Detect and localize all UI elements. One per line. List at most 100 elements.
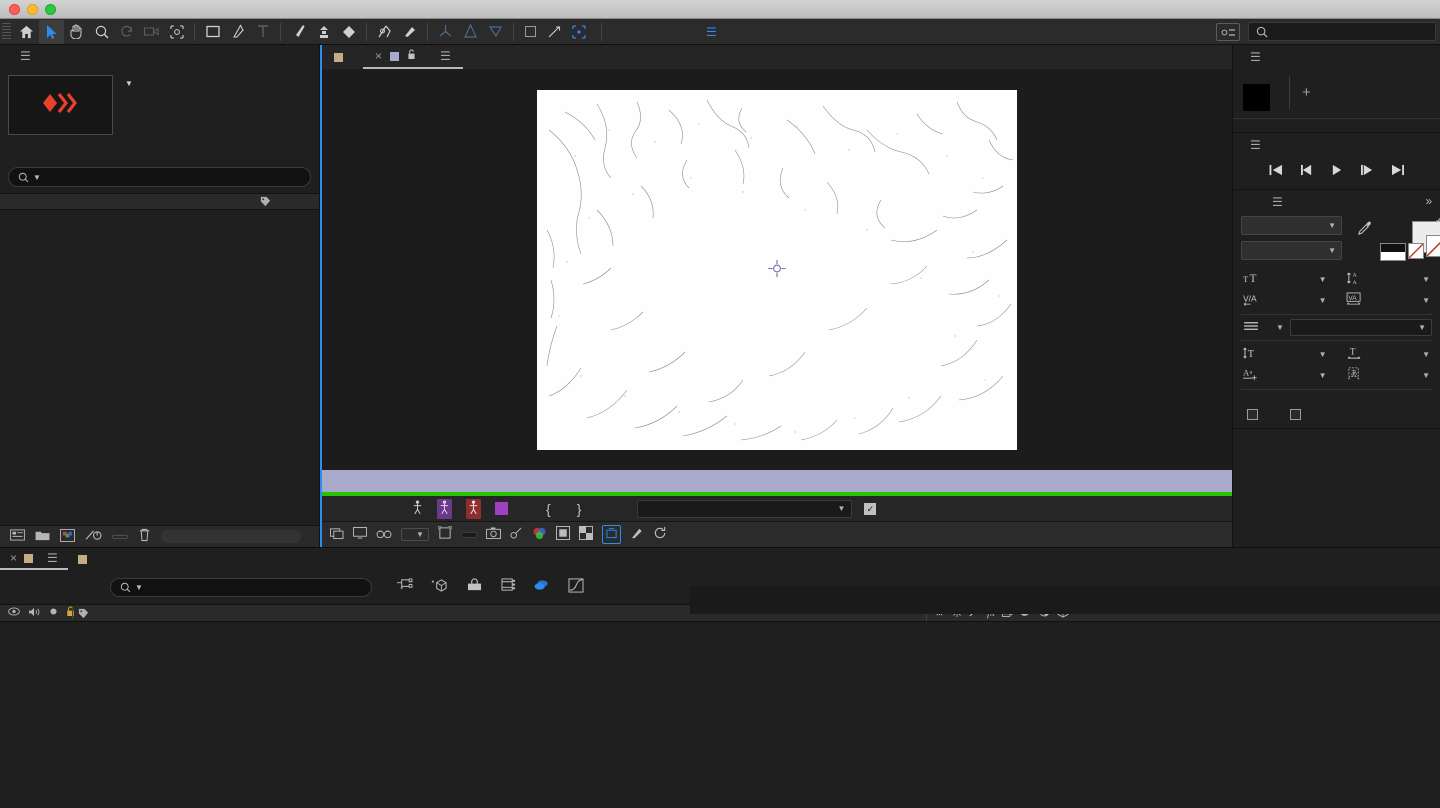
binocular-icon[interactable] [376, 528, 392, 542]
clone-stamp-tool-icon[interactable] [311, 20, 336, 44]
selection-tool-icon[interactable] [39, 19, 64, 44]
stroke-width-field[interactable]: ▼ [1233, 318, 1290, 337]
last-frame-icon[interactable] [1391, 164, 1405, 179]
workspace-menu-icon[interactable]: ☰ [706, 25, 725, 39]
solo-header-icon[interactable] [49, 607, 58, 619]
shape-tool-icon[interactable] [200, 20, 225, 44]
render-checkbox[interactable]: ✓ [864, 502, 877, 515]
lock-icon[interactable] [407, 49, 416, 63]
eye-header-icon[interactable] [8, 607, 20, 619]
chevron-down-icon[interactable]: ▼ [1422, 371, 1430, 380]
rotation-tool-icon[interactable] [114, 20, 139, 44]
tsume-field[interactable]: あ ▼ [1337, 365, 1440, 386]
region-of-interest-icon[interactable] [601, 525, 621, 544]
zoom-tool-icon[interactable] [89, 20, 114, 44]
first-frame-icon[interactable] [1269, 164, 1283, 179]
camera-tool-icon[interactable] [139, 20, 164, 44]
audio-header-icon[interactable] [28, 607, 41, 620]
window-controls[interactable] [0, 3, 56, 15]
puppet-pin-tool-icon[interactable] [397, 20, 422, 44]
workspace-small-screen[interactable] [725, 19, 759, 45]
pan-behind-tool-icon[interactable] [164, 20, 189, 44]
next-frame-icon[interactable] [1360, 164, 1374, 179]
play-icon[interactable] [1331, 164, 1343, 179]
layer-view-alt-icon[interactable] [437, 498, 452, 519]
exposure-toggle-icon[interactable] [630, 526, 644, 543]
zoom-select[interactable]: ▼ [401, 528, 429, 541]
no-stroke-swatch[interactable] [1408, 243, 1424, 259]
tab-shine-logo-animation[interactable]: × ☰ [0, 548, 68, 570]
chevron-down-icon[interactable]: ▼ [1319, 350, 1327, 359]
workspace-libraries[interactable] [759, 19, 793, 45]
fit-icon[interactable] [437, 525, 453, 543]
eyedropper-icon[interactable] [1357, 220, 1372, 263]
interpret-footage-icon[interactable] [10, 529, 25, 544]
layer-view-icon[interactable] [412, 500, 423, 518]
project-settings-icon[interactable] [85, 529, 102, 545]
snapping-checkbox[interactable] [525, 26, 536, 37]
layer-view-red-icon[interactable] [466, 498, 481, 519]
opacity-color-swatch[interactable] [495, 502, 508, 515]
snapping-toggle[interactable] [525, 26, 541, 37]
chevron-down-icon[interactable]: ▼ [1422, 275, 1430, 284]
brush-tool-icon[interactable] [286, 20, 311, 44]
snap-box-icon[interactable] [566, 20, 591, 44]
viewer-canvas-area[interactable] [322, 69, 1232, 470]
out-point-icon[interactable]: } [577, 501, 582, 517]
vertical-scale-field[interactable]: T ▼ [1233, 344, 1337, 365]
tab-composition[interactable] [322, 45, 363, 69]
ligatures-toggle[interactable] [1247, 409, 1264, 420]
type-tool-icon[interactable] [250, 20, 275, 44]
channels-icon[interactable] [532, 527, 547, 543]
snapshot-icon[interactable] [486, 527, 501, 542]
preview-panel-menu-icon[interactable]: ☰ [1250, 138, 1261, 152]
motion-blur-icon[interactable] [534, 578, 550, 596]
draft-3d-icon[interactable] [431, 578, 448, 596]
timeline-layer-bars[interactable] [690, 614, 1440, 686]
close-icon[interactable] [9, 3, 20, 15]
tab-layer[interactable]: × ☰ [363, 45, 463, 69]
close-icon[interactable]: × [10, 551, 17, 565]
workspace-settings-icon[interactable] [1216, 23, 1240, 41]
timeline-panel-menu-icon[interactable]: ☰ [47, 551, 58, 565]
project-panel-menu-icon[interactable]: ☰ [20, 49, 31, 63]
project-item-dropdown-icon[interactable]: ▼ [125, 79, 133, 88]
always-preview-icon[interactable] [330, 527, 344, 542]
hindi-digits-toggle[interactable] [1290, 409, 1307, 420]
layer-canvas[interactable] [537, 89, 1017, 450]
monitor-icon[interactable] [353, 527, 367, 542]
in-point-icon[interactable]: { [546, 501, 551, 517]
chevron-down-icon[interactable]: ▼ [1422, 350, 1430, 359]
timeline-ruler[interactable] [690, 586, 1440, 614]
project-search-input[interactable]: ▼ [8, 167, 311, 187]
chevron-down-icon[interactable]: ▼ [1276, 323, 1284, 332]
delete-icon[interactable] [138, 528, 151, 545]
render-toggle[interactable]: ✓ [864, 502, 881, 515]
viewer-time-ruler[interactable] [322, 470, 1232, 492]
hand-tool-icon[interactable] [64, 20, 89, 44]
fill-color-bar[interactable] [1380, 243, 1406, 261]
chevron-down-icon[interactable]: ▼ [1319, 371, 1327, 380]
workspace-learn[interactable] [649, 19, 683, 45]
new-composition-icon[interactable] [60, 528, 75, 545]
viewer-panel-menu-icon[interactable]: ☰ [440, 49, 451, 63]
pen-tool-icon[interactable] [225, 20, 250, 44]
composition-mini-flowchart-icon[interactable] [396, 578, 413, 596]
baseline-shift-field[interactable]: Aa ▼ [1233, 365, 1337, 386]
search-dropdown-icon[interactable]: ▼ [33, 173, 41, 182]
close-tab-icon[interactable]: × [375, 49, 382, 63]
reset-exposure-icon[interactable] [653, 526, 667, 543]
previous-frame-icon[interactable] [1300, 164, 1314, 179]
search-dropdown-icon[interactable]: ▼ [135, 583, 143, 592]
font-size-field[interactable]: TT ▼ [1233, 269, 1337, 290]
project-footer-scrollbar[interactable] [161, 530, 301, 543]
stroke-color-swatch[interactable] [1426, 235, 1440, 257]
chevron-down-icon[interactable]: ▼ [1319, 296, 1327, 305]
swap-colors-icon[interactable]: ↶ [1436, 215, 1440, 228]
chevron-down-icon[interactable]: ▼ [1319, 275, 1327, 284]
info-panel-menu-icon[interactable]: ☰ [1250, 50, 1261, 64]
home-icon[interactable] [14, 20, 39, 44]
tracking-field[interactable]: VA ▼ [1337, 290, 1440, 311]
hide-shy-layers-icon[interactable] [466, 578, 483, 596]
minimize-icon[interactable] [27, 3, 38, 15]
